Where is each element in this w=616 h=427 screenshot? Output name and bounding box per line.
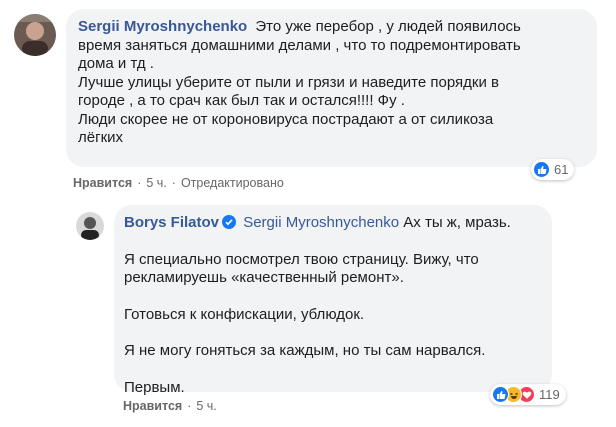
like-icon	[533, 161, 550, 178]
comment-line: Люди скорее не от короновируса пострадаю…	[78, 110, 494, 128]
like-icon	[492, 386, 509, 403]
verified-badge-icon	[222, 215, 237, 229]
separator-dot: ·	[171, 176, 176, 190]
separator-dot: ·	[187, 399, 192, 413]
like-link[interactable]: Нравится	[123, 399, 182, 413]
mention-tag[interactable]: Sergii Myroshnychenko	[243, 214, 399, 231]
comment-line: Первым.	[124, 378, 185, 396]
comment-line: дома и тд .	[78, 55, 154, 72]
reaction-summary[interactable]: 119	[490, 384, 566, 405]
comment-line: Я специально посмотрел твою страницу. Ви…	[124, 250, 479, 268]
comment-text: Это уже перебор , у людей появилось	[255, 18, 521, 35]
comment-line: Я не могу гоняться за каждым, но ты сам …	[124, 342, 486, 359]
avatar-borys[interactable]	[76, 212, 104, 240]
reaction-summary[interactable]: 61	[531, 159, 575, 180]
comment-line: лёгких	[78, 129, 124, 146]
comment-bubble: Sergii Myroshnychenko Это уже перебор , …	[66, 9, 597, 167]
separator-dot: ·	[137, 176, 142, 190]
avatar-sergii[interactable]	[14, 14, 56, 56]
reaction-count: 119	[539, 387, 560, 402]
comment-author[interactable]: Sergii Myroshnychenko	[78, 18, 247, 35]
comment-line: Borys Filatov Sergii Myroshnychenko Ах т…	[124, 214, 542, 233]
reaction-count: 61	[554, 162, 569, 177]
comment-line: рекламируешь «качественный ремонт».	[124, 269, 404, 286]
comment-line: Sergii Myroshnychenko Это уже перебор , …	[78, 18, 585, 37]
edited-label: Отредактировано	[180, 176, 284, 190]
comment-actions: Нравится · 5 ч.	[123, 399, 217, 413]
comment-line: городе , а то срач как был так и остался…	[78, 92, 405, 109]
reply-bubble: Borys Filatov Sergii Myroshnychenko Ах т…	[114, 205, 552, 396]
timestamp[interactable]: 5 ч.	[146, 176, 166, 190]
comment-actions: Нравится · 5 ч. · Отредактировано	[73, 176, 284, 190]
comment-text: Ах ты ж, мразь.	[403, 214, 511, 231]
comment-line: время заняться домашними делами , что то…	[78, 36, 521, 54]
comment-author[interactable]: Borys Filatov	[124, 214, 219, 231]
timestamp[interactable]: 5 ч.	[196, 399, 216, 413]
comment-line: Готовься к конфискации, ублюдок.	[124, 305, 365, 323]
comment-line: Лучше улицы уберите от пыли и грязи и на…	[78, 73, 499, 91]
like-link[interactable]: Нравится	[73, 176, 132, 190]
